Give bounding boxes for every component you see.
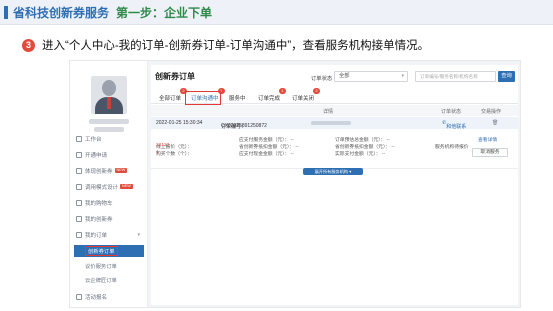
ticket-icon [76, 215, 82, 222]
chevron-down-icon: ▾ [137, 231, 140, 238]
sidebar-item-voucher[interactable]: 体现创新券 NEW [74, 164, 144, 177]
apply-icon [76, 151, 82, 158]
amount-line: 省创新券抵扣金额（元）： -- [239, 145, 299, 150]
step-title: 第一步：企业下单 [116, 6, 213, 20]
sidebar: 工作台 开通申请 体现创新券 NEW 调用模式设计 NEW 我的购物车 我的创新券 … [70, 61, 148, 307]
status-filter-label: 订单状态 [311, 76, 333, 82]
slide-header: 省科技创新券服务 第一步：企业下单 [0, 0, 553, 24]
header-accent-bar [4, 6, 8, 19]
sidebar-item-my-voucher[interactable]: 我的创新券 [74, 212, 144, 225]
expand-orgs-button[interactable]: 展开所有服务机构 ▾ [303, 168, 363, 175]
sidebar-item-mode[interactable]: 调用模式设计 NEW [74, 180, 144, 193]
cancel-service-button[interactable]: 取消服务 [472, 148, 508, 157]
column-header-status: 订单状态 [441, 109, 462, 115]
sidebar-item-events[interactable]: 活动报名 [74, 290, 144, 303]
masked-org-name [311, 121, 351, 125]
tab-all-orders[interactable]: 全部订单 2 [159, 88, 188, 102]
order-datetime: 2022-01-25 15:30:34 [156, 120, 203, 126]
column-header-actions: 交易操作 [481, 109, 502, 115]
slide-title: 省科技创新券服务 [13, 6, 110, 20]
sidebar-item-cart[interactable]: 我的购物车 [74, 196, 144, 209]
header-divider [0, 24, 553, 25]
table-header: 详情 订单状态 交易操作 [151, 105, 518, 116]
count-badge: 2 [313, 88, 321, 94]
instruction-text: 进入“个人中心-我的订单-创新券订单-订单沟通中”，查看服务机构接单情况。 [42, 40, 430, 52]
tab-completed[interactable]: 订单完成 1 [258, 88, 287, 102]
status-filter-select[interactable]: 全部 ▾ [334, 71, 408, 82]
masked-username [89, 119, 129, 124]
orders-panel: 创新券订单 订单状态 全部 ▾ 订单编号/服务名称/机构名称 查询 全部订单 2 订… [151, 65, 518, 305]
step-instruction: 3 进入“个人中心-我的订单-创新券订单-订单沟通中”，查看服务机构接单情况。 [22, 37, 429, 53]
step-number-badge: 3 [22, 39, 35, 52]
desk-icon [76, 135, 82, 142]
cart-icon [76, 199, 82, 206]
amount-line: 省创新券抵扣金额（元）： -- [335, 145, 395, 150]
sidebar-subitem-voucher-orders[interactable]: 创新券订单 [74, 245, 144, 257]
mode-icon [76, 183, 82, 190]
order-status: 服务机构待报价 [435, 145, 469, 150]
search-input[interactable]: 订单编号/服务名称/机构名称 [415, 71, 496, 82]
search-button[interactable]: 查询 [498, 71, 515, 82]
embedded-screenshot: 工作台 开通申请 体现创新券 NEW 调用模式设计 NEW 我的购物车 我的创新券 … [69, 60, 521, 308]
sidebar-subitem-bargain-orders[interactable]: 议价服务订单 [74, 260, 144, 272]
sidebar-item-my-orders[interactable]: 我的订单 ▾ [74, 228, 144, 241]
trash-icon[interactable]: 🗑 [492, 120, 498, 126]
contact-link[interactable]: ✆ 和他联系 [442, 120, 466, 130]
event-icon [76, 293, 82, 300]
tab-highlight-box [185, 91, 221, 105]
sidebar-item-apply[interactable]: 开通申请 [74, 148, 144, 161]
order-header-row: 2022-01-25 15:30:34 订单编号： CX0202589125087… [151, 117, 518, 130]
voucher-icon [76, 167, 82, 174]
amount-line: 应支付现金金额（元）： -- [239, 152, 294, 157]
chevron-down-icon: ▾ [401, 73, 404, 79]
amount-line: 订单预估总金额（元）： -- [335, 138, 390, 143]
column-header-detail: 详情 [323, 109, 334, 115]
sidebar-subitem-cloud-orders[interactable]: 云企牌匠订单 [74, 274, 144, 286]
order-detail: 线上报价（元）： 22123 购买个数（个）： 1 应支付服务金额（元）： -- 省… [151, 129, 518, 169]
amount-line: 应支付服务金额（元）： -- [239, 138, 294, 143]
view-detail-link[interactable]: 查看详情 [478, 136, 497, 143]
order-icon [76, 231, 82, 238]
new-badge: NEW [120, 184, 133, 189]
tab-in-service[interactable]: 服务中 [229, 94, 246, 102]
amount-line: 实际支付金额（元）： -- [335, 152, 386, 157]
sidebar-item-workbench[interactable]: 工作台 [74, 132, 144, 145]
new-badge: NEW [114, 168, 128, 173]
count-badge: 1 [279, 88, 287, 94]
avatar [91, 76, 127, 114]
tab-closed[interactable]: 订单关闭 2 [292, 88, 321, 102]
page-title: 创新券订单 [155, 72, 195, 81]
